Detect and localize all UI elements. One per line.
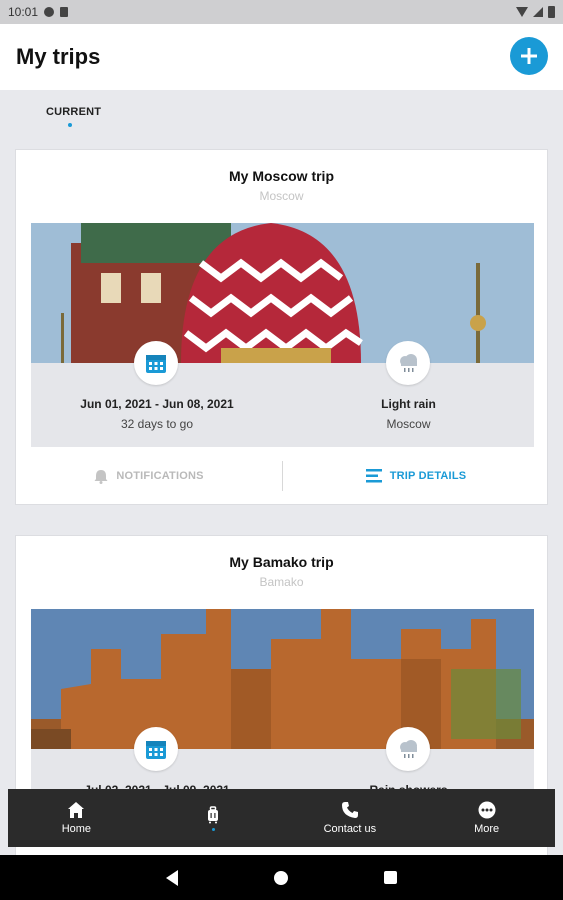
trip-title: My Moscow trip (228, 168, 334, 184)
page-title: My trips (16, 44, 101, 69)
trip-actions: NOTIFICATIONS TRIP DETAILS (16, 447, 549, 505)
trip-countdown: 32 days to go (120, 417, 194, 431)
battery-icon (548, 6, 555, 18)
calendar-icon (146, 741, 166, 759)
back-icon[interactable] (166, 869, 178, 886)
trip-details-label: TRIP DETAILS (389, 470, 467, 482)
app-header: My trips (0, 24, 563, 90)
rain-cloud-icon (400, 740, 417, 758)
nav-trips[interactable] (145, 789, 282, 847)
nav-home-label: Home (61, 823, 92, 835)
home-circle-icon[interactable] (274, 870, 288, 885)
nav-active-dot (211, 827, 215, 831)
system-nav-bar (0, 855, 563, 900)
tab-current[interactable]: CURRENT (46, 106, 101, 118)
calendar-icon-badge (134, 727, 178, 771)
trip-details-button[interactable]: TRIP DETAILS (283, 468, 549, 484)
status-bar: 10:01 (0, 0, 563, 24)
wifi-icon (516, 7, 528, 17)
trip-info-panel: Jun 01, 2021 - Jun 08, 2021 32 days to g… (31, 341, 534, 447)
nav-contact[interactable]: Contact us (282, 789, 419, 847)
trip-city: Bamako (259, 575, 304, 589)
list-icon (365, 469, 382, 483)
bottom-nav: Home Contact us More (8, 789, 555, 847)
app-notification-icon (44, 7, 55, 17)
weather-city: Moscow (386, 417, 431, 431)
nav-home[interactable]: Home (8, 789, 145, 847)
nav-more[interactable]: More (418, 789, 555, 847)
tab-indicator (68, 123, 72, 127)
more-icon (478, 801, 496, 819)
sd-card-icon (60, 7, 69, 17)
trip-card[interactable]: My Moscow trip Moscow Jun 01, 2021 - Jun… (15, 149, 548, 505)
notifications-button[interactable]: NOTIFICATIONS (16, 469, 282, 484)
trip-image (31, 609, 534, 749)
trip-dates: Jun 01, 2021 - Jun 08, 2021 (80, 397, 234, 411)
luggage-icon (208, 805, 219, 823)
nav-contact-label: Contact us (323, 823, 377, 835)
recent-apps-icon[interactable] (384, 871, 397, 884)
bell-icon (94, 469, 108, 484)
weather-icon-badge (386, 341, 430, 385)
trip-title: My Bamako trip (229, 554, 334, 570)
signal-icon (533, 7, 543, 17)
rain-cloud-icon (400, 354, 417, 372)
phone-icon (341, 802, 358, 818)
notifications-label: NOTIFICATIONS (116, 470, 204, 482)
calendar-icon (146, 355, 166, 373)
weather-condition: Light rain (381, 397, 436, 411)
trip-city: Moscow (259, 189, 304, 203)
nav-more-label: More (474, 823, 500, 835)
trip-tabs: CURRENT (0, 90, 563, 136)
home-icon (68, 802, 85, 818)
add-trip-button[interactable] (510, 37, 548, 75)
trip-image (31, 223, 534, 363)
status-time: 10:01 (8, 5, 39, 19)
calendar-icon-badge (134, 341, 178, 385)
plus-icon (521, 48, 537, 64)
weather-icon-badge (386, 727, 430, 771)
